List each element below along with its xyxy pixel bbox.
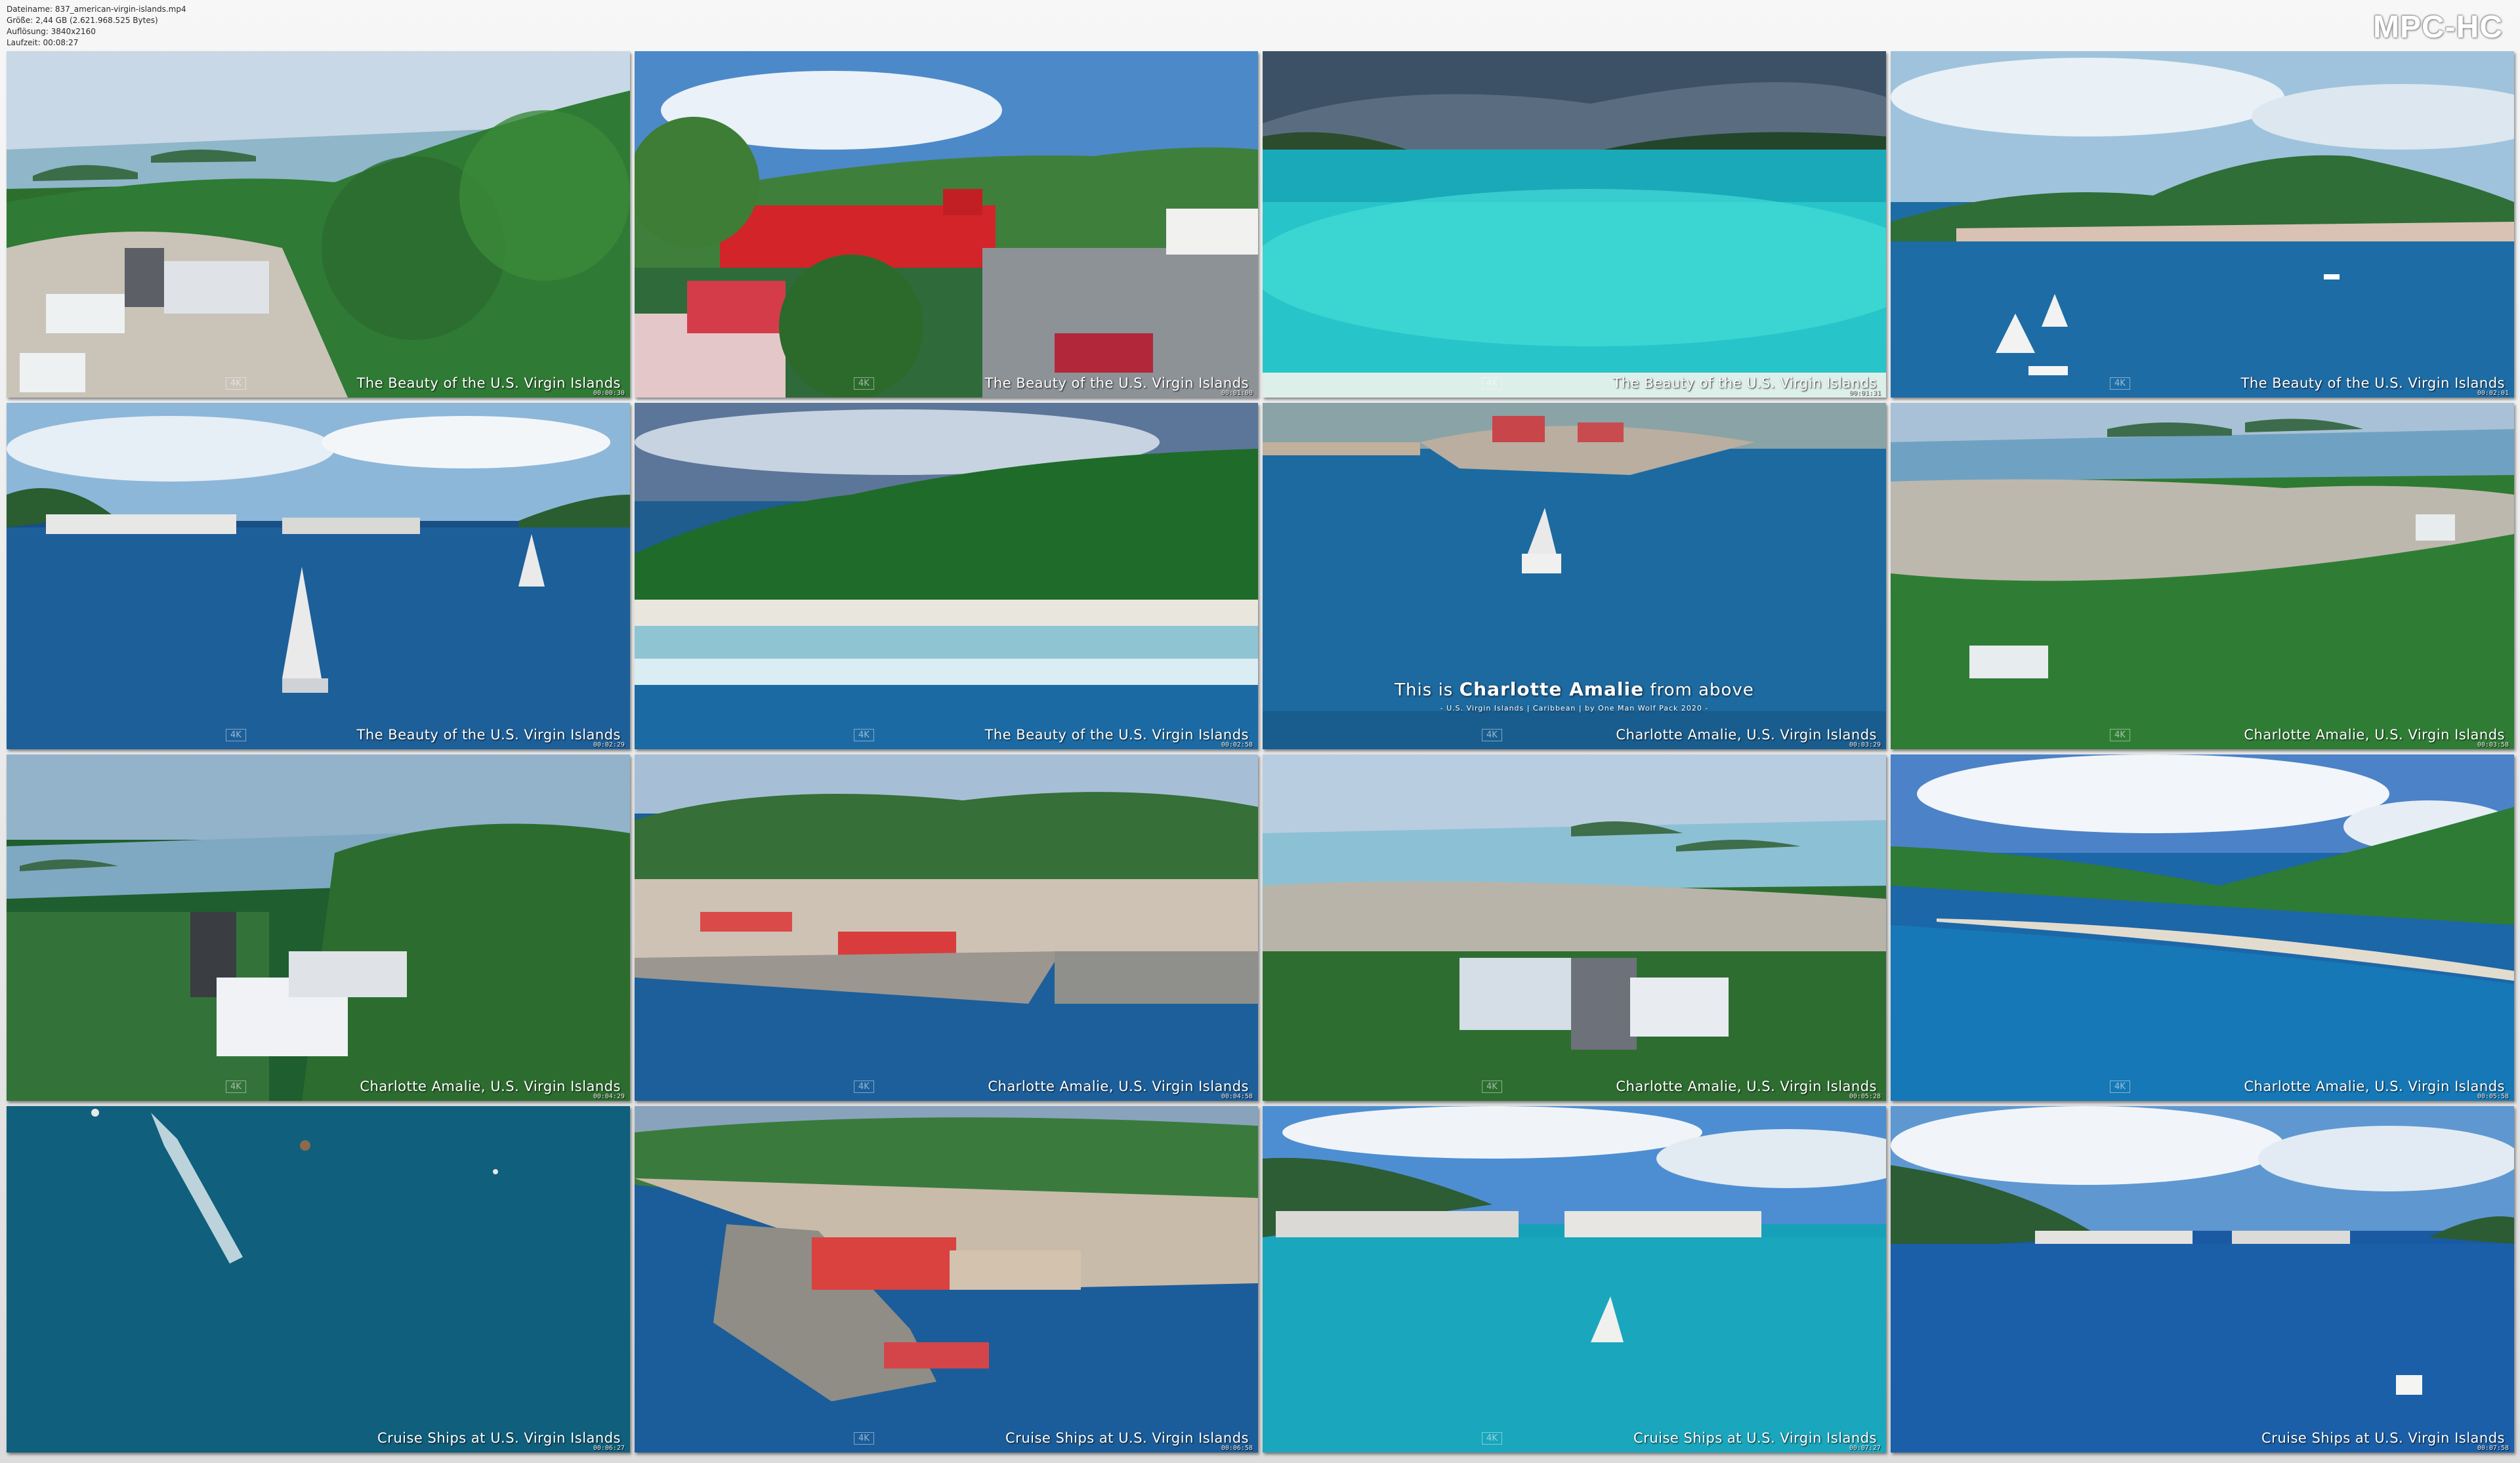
thumbnail-caption: Charlotte Amalie, U.S. Virgin Islands (1616, 727, 1877, 743)
thumbnail-timecode: 00:03:58 (2477, 741, 2509, 749)
thumbnail-frame-image (635, 1106, 1258, 1453)
thumbnail-timecode: 00:02:58 (1221, 741, 1253, 749)
title-card-subtitle: - U.S. Virgin Islands | Caribbean | by O… (1440, 704, 1709, 712)
thumbnail-frame-image (635, 754, 1258, 1101)
video-thumbnail[interactable]: 4K Cruise Ships at U.S. Virgin Islands 00:… (635, 1106, 1258, 1453)
thumbnail-caption: Charlotte Amalie, U.S. Virgin Islands (988, 1079, 1249, 1094)
thumbnail-frame-image (1263, 754, 1886, 1101)
thumbnail-caption: The Beauty of the U.S. Virgin Islands (356, 375, 621, 391)
channel-watermark: 4K (1482, 377, 1502, 390)
thumbnail-frame-image (7, 403, 630, 749)
video-thumbnail[interactable]: 4K The Beauty of the U.S. Virgin Islands 0… (7, 403, 630, 749)
thumbnail-caption: Cruise Ships at U.S. Virgin Islands (1005, 1430, 1249, 1446)
thumbnail-frame-image (7, 1106, 630, 1453)
thumbnail-caption: The Beauty of the U.S. Virgin Islands (984, 727, 1249, 743)
channel-watermark: 4K (854, 729, 874, 741)
thumbnail-caption: Charlotte Amalie, U.S. Virgin Islands (2244, 1079, 2505, 1094)
thumbnail-timecode: 00:06:58 (1221, 1445, 1253, 1452)
thumbnail-timecode: 00:03:29 (1849, 741, 1881, 749)
video-thumbnail[interactable]: 4K The Beauty of the U.S. Virgin Islands 0… (1263, 51, 1886, 398)
thumbnail-timecode: 00:06:27 (593, 1445, 625, 1452)
video-thumbnail[interactable]: 4K Charlotte Amalie, U.S. Virgin Islands 0… (1263, 754, 1886, 1101)
channel-watermark: 4K (1482, 1432, 1502, 1445)
video-thumbnail[interactable]: 4K The Beauty of the U.S. Virgin Islands 0… (635, 403, 1258, 749)
channel-watermark: 4K (1482, 1081, 1502, 1093)
thumbnail-caption: Charlotte Amalie, U.S. Virgin Islands (360, 1079, 621, 1094)
thumbnail-frame-image (635, 51, 1258, 398)
thumbnail-frame-image (7, 51, 630, 398)
thumbnail-caption: The Beauty of the U.S. Virgin Islands (1612, 375, 1877, 391)
channel-watermark: 4K (226, 1081, 246, 1093)
channel-watermark: 4K (226, 377, 246, 390)
thumbnail-timecode: 00:05:58 (2477, 1093, 2509, 1100)
file-duration: Laufzeit: 00:08:27 (7, 38, 79, 47)
video-thumbnail[interactable]: 4K The Beauty of the U.S. Virgin Islands 0… (7, 51, 630, 398)
title-card-heading: This is Charlotte Amalie from above (1263, 678, 1886, 700)
thumbnail-frame-image (1891, 403, 2514, 749)
thumbnail-caption: Cruise Ships at U.S. Virgin Islands (1633, 1430, 1877, 1446)
thumbnail-timecode: 00:01:31 (1849, 390, 1881, 397)
title-card-place: Charlotte Amalie (1459, 678, 1645, 700)
file-name: Dateiname: 837_american-virgin-islands.m… (7, 5, 186, 14)
video-thumbnail[interactable]: 4K The Beauty of the U.S. Virgin Islands 0… (1891, 51, 2514, 398)
video-thumbnail[interactable]: 4K Charlotte Amalie, U.S. Virgin Islands 0… (1891, 403, 2514, 749)
thumbnail-timecode: 00:07:27 (1849, 1445, 1881, 1452)
title-card-prefix: This is (1395, 680, 1460, 700)
header: Dateiname: 837_american-virgin-islands.m… (0, 0, 2520, 51)
file-size: Größe: 2,44 GB (2.621.968.525 Bytes) (7, 16, 158, 25)
thumbnail-timecode: 00:02:01 (2477, 390, 2509, 397)
channel-watermark: 4K (854, 1432, 874, 1445)
thumbnail-frame-image (635, 403, 1258, 749)
video-thumbnail[interactable]: Cruise Ships at U.S. Virgin Islands 00:07… (1891, 1106, 2514, 1453)
thumbnail-timecode: 00:00:30 (593, 390, 625, 397)
thumbnail-caption: Cruise Ships at U.S. Virgin Islands (2261, 1430, 2505, 1446)
channel-watermark: 4K (2110, 1081, 2130, 1093)
thumbnail-timecode: 00:05:28 (1849, 1093, 1881, 1100)
video-thumbnail[interactable]: 4K Charlotte Amalie, U.S. Virgin Islands 0… (7, 754, 630, 1101)
thumbnail-caption: Charlotte Amalie, U.S. Virgin Islands (1616, 1079, 1877, 1094)
video-thumbnail[interactable]: 4K Charlotte Amalie, U.S. Virgin Islands 0… (635, 754, 1258, 1101)
video-thumbnail[interactable]: 4K The Beauty of the U.S. Virgin Islands 0… (635, 51, 1258, 398)
file-info: Dateiname: 837_american-virgin-islands.m… (7, 4, 186, 49)
brand-logo: MPC-HC (2373, 10, 2503, 45)
thumbnail-caption: The Beauty of the U.S. Virgin Islands (356, 727, 621, 743)
thumbnail-timecode: 00:07:58 (2477, 1445, 2509, 1452)
thumbnail-timecode: 00:04:58 (1221, 1093, 1253, 1100)
thumbnail-caption: The Beauty of the U.S. Virgin Islands (2240, 375, 2505, 391)
thumbnail-caption: The Beauty of the U.S. Virgin Islands (984, 375, 1249, 391)
thumbnail-caption: Cruise Ships at U.S. Virgin Islands (377, 1430, 621, 1446)
video-thumbnail[interactable]: 4K Cruise Ships at U.S. Virgin Islands 00:… (1263, 1106, 1886, 1453)
file-resolution: Auflösung: 3840x2160 (7, 27, 96, 36)
title-card: This is Charlotte Amalie from above - U.S… (1263, 678, 1886, 712)
channel-watermark: 4K (1482, 729, 1502, 741)
thumbnail-timecode: 00:04:29 (593, 1093, 625, 1100)
title-card-suffix: from above (1644, 680, 1754, 700)
video-thumbnail[interactable]: 4K Charlotte Amalie, U.S. Virgin Islands 0… (1891, 754, 2514, 1101)
thumbnail-frame-image (7, 754, 630, 1101)
thumbnail-timecode: 00:02:29 (593, 741, 625, 749)
channel-watermark: 4K (2110, 729, 2130, 741)
thumbnail-frame-image (1891, 754, 2514, 1101)
channel-watermark: 4K (854, 1081, 874, 1093)
thumbnail-caption: Charlotte Amalie, U.S. Virgin Islands (2244, 727, 2505, 743)
thumbnail-frame-image (1891, 51, 2514, 398)
channel-watermark: 4K (226, 729, 246, 741)
video-thumbnail[interactable]: Cruise Ships at U.S. Virgin Islands 00:06… (7, 1106, 630, 1453)
channel-watermark: 4K (2110, 377, 2130, 390)
thumbnail-frame-image (1263, 1106, 1886, 1453)
thumbnail-timecode: 00:01:00 (1221, 390, 1253, 397)
channel-watermark: 4K (854, 377, 874, 390)
thumbnail-frame-image (1891, 1106, 2514, 1453)
thumbnail-frame-image (1263, 51, 1886, 398)
thumbnail-grid: 4K The Beauty of the U.S. Virgin Islands 0… (7, 51, 2515, 1458)
video-thumbnail[interactable]: 4K This is Charlotte Amalie from above - U… (1263, 403, 1886, 749)
